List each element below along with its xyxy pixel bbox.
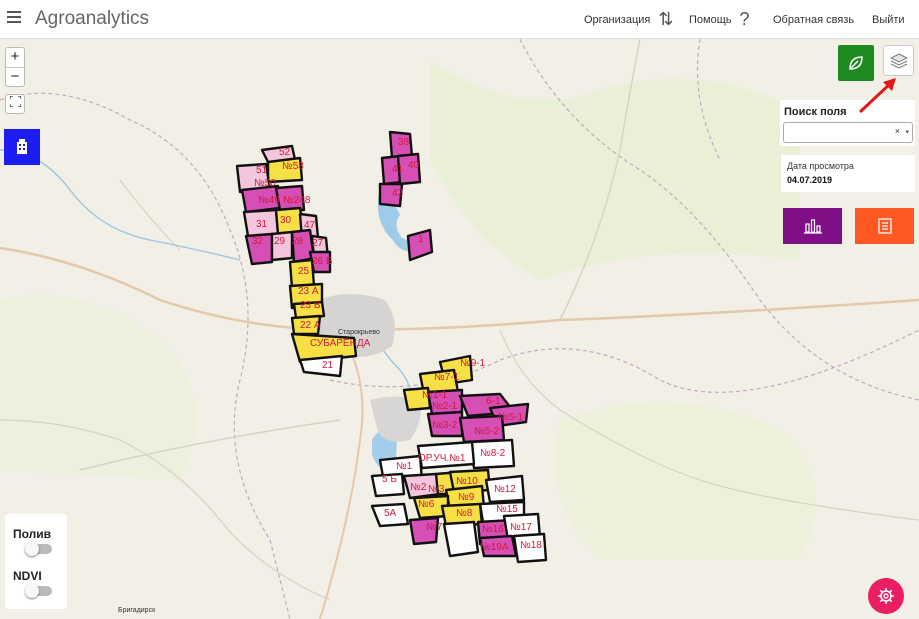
gear-icon <box>878 588 894 604</box>
field-label: 23 В <box>300 300 321 311</box>
field-polygon[interactable] <box>442 520 480 558</box>
chevron-down-icon: ▾ <box>905 129 909 136</box>
field-label: №7 <box>426 522 443 533</box>
help-icon: ? <box>739 9 750 29</box>
report-button[interactable] <box>855 208 914 244</box>
field-label: №7-1 <box>434 372 460 383</box>
field-label: №5-2 <box>474 426 500 437</box>
field-label: №53 <box>282 161 304 172</box>
clear-icon[interactable]: × <box>895 126 900 136</box>
zoom-out-button[interactable]: − <box>6 67 24 86</box>
ndvi-toggle[interactable] <box>25 584 52 598</box>
field-label: №248 <box>283 195 311 206</box>
view-date-label: Дата просмотра <box>787 161 854 171</box>
app-title: Agroanalytics <box>35 8 150 29</box>
field-label: 30 <box>280 215 292 226</box>
field-label: 21 <box>322 360 334 371</box>
field-label: №16 <box>482 524 504 535</box>
field-search-label: Поиск поля <box>784 106 847 118</box>
fullscreen-button[interactable] <box>5 94 25 114</box>
pointer-arrow <box>858 78 896 114</box>
exit-link[interactable]: Выйти <box>872 0 905 39</box>
field-label: 29 <box>274 236 286 247</box>
field-polygon[interactable] <box>298 354 344 378</box>
field-label: №50 <box>254 178 276 189</box>
zoom-control: + − <box>5 47 25 87</box>
top-bar: Agroanalytics Организация ⇅ Помощь ? Обр… <box>0 0 919 39</box>
leaf-icon <box>849 56 863 70</box>
building-icon <box>17 139 27 154</box>
field-label: №9 <box>458 492 475 503</box>
field-label: №10 <box>456 476 478 487</box>
field-label: 26 Б <box>312 256 333 267</box>
fullscreen-icon <box>8 95 22 108</box>
field-search-select[interactable]: × ▾ <box>783 122 913 143</box>
field-label: №3 <box>428 484 445 495</box>
field-label: №2-1 <box>432 401 458 412</box>
feedback-link[interactable]: Обратная связь <box>773 0 854 39</box>
field-label: №17 <box>510 522 532 533</box>
field-label: 22 А <box>300 320 321 331</box>
field-label: 41 <box>392 164 404 175</box>
field-label: 42 <box>392 188 404 199</box>
field-label: №2 <box>410 482 427 493</box>
ndvi-label: NDVI <box>13 569 42 583</box>
field-label: 23 А <box>298 286 319 297</box>
switch-organization-icon: ⇅ <box>658 9 674 29</box>
view-date-value[interactable]: 04.07.2019 <box>787 175 909 185</box>
field-label: 38 <box>398 137 410 148</box>
help-label: Помощь <box>689 13 732 26</box>
field-label: 6-1 <box>486 396 501 407</box>
field-label: №3-2 <box>432 420 458 431</box>
menu-icon[interactable] <box>7 11 21 23</box>
organization-link[interactable]: Организация ⇅ <box>584 0 673 39</box>
layers-icon <box>889 52 908 69</box>
bar-chart-icon <box>803 219 822 234</box>
field-label: 28 <box>292 236 304 247</box>
field-label: 5А <box>384 508 397 519</box>
field-label: 47 <box>304 220 316 231</box>
field-label: 52 <box>279 147 291 158</box>
layer-toggles-panel: Полив NDVI <box>5 514 67 609</box>
settings-button[interactable] <box>868 578 904 614</box>
field-label: №6 <box>418 499 435 510</box>
field-label: №49 <box>258 195 280 206</box>
field-label: №9-1 <box>460 358 486 369</box>
field-label: 31 <box>256 219 268 230</box>
view-date-panel[interactable]: Дата просмотра 04.07.2019 <box>781 155 915 192</box>
statistics-button[interactable] <box>783 208 842 244</box>
field-label: 40 <box>408 160 420 171</box>
field-label: 5 Б <box>382 474 397 485</box>
field-label: №15 <box>496 504 518 515</box>
help-link[interactable]: Помощь ? <box>689 0 750 39</box>
field-label: 27 <box>312 238 324 249</box>
field-label: ОР.УЧ.№1 <box>418 453 466 464</box>
field-label: СУБАРЕНДА <box>310 338 371 349</box>
building-button[interactable] <box>4 129 40 165</box>
field-label: 25 <box>298 266 310 277</box>
field-label: №8 <box>456 508 473 519</box>
field-label: №8-2 <box>480 448 506 459</box>
field-label: №1 <box>396 461 413 472</box>
field-label: №12 <box>494 484 516 495</box>
field-label: 51 <box>256 165 268 176</box>
zoom-in-button[interactable]: + <box>6 48 24 67</box>
irrigation-toggle[interactable] <box>25 542 52 556</box>
field-label: №18 <box>520 540 542 551</box>
field-label: №5-1 <box>498 412 524 423</box>
field-label: №19А <box>480 542 509 553</box>
field-label: 1 <box>418 234 424 245</box>
field-label: №1-1 <box>422 390 448 401</box>
irrigation-label: Полив <box>13 527 52 541</box>
organization-label: Организация <box>584 13 651 26</box>
list-icon <box>877 218 892 234</box>
field-label: 32 <box>252 236 264 247</box>
